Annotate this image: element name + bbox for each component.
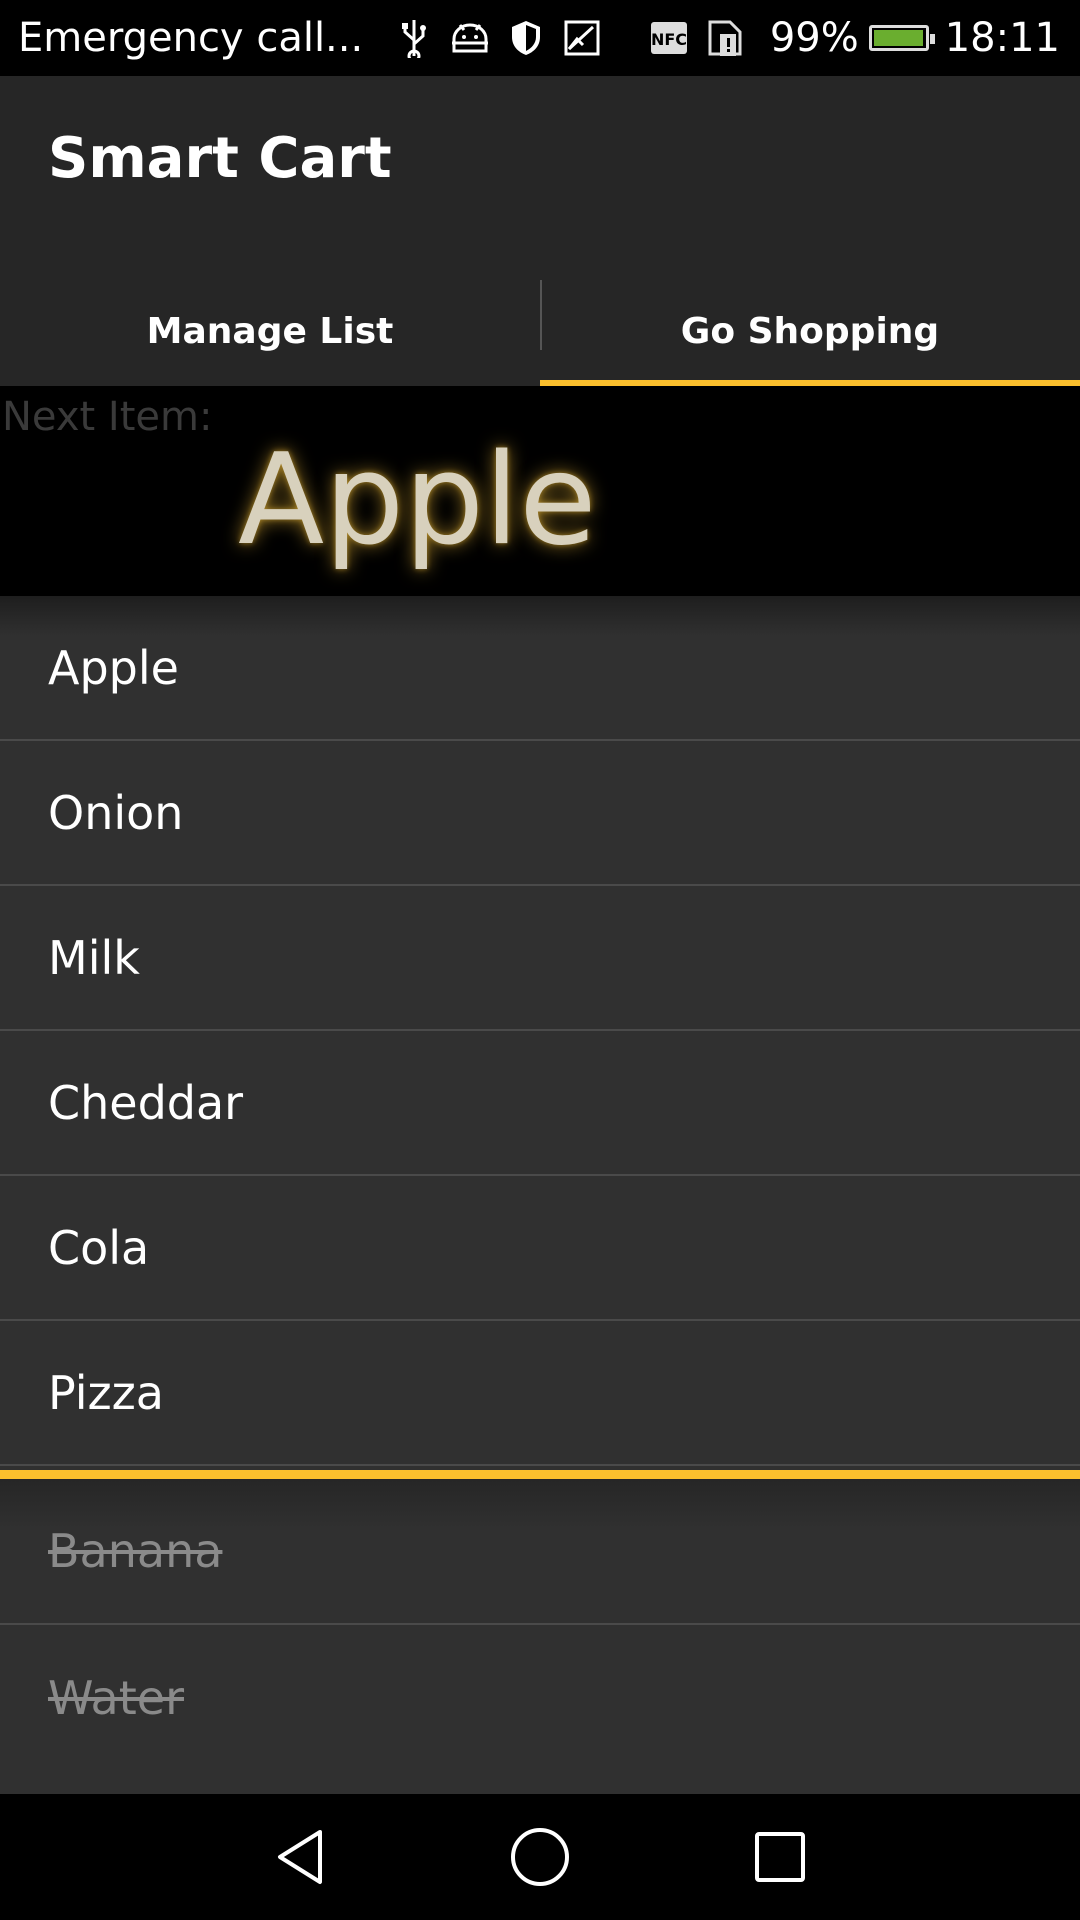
battery-icon: [868, 25, 935, 51]
android-debug-icon: [449, 17, 491, 59]
usb-icon: [393, 17, 435, 59]
list-item[interactable]: Cheddar: [0, 1031, 1080, 1176]
tab-go-shopping[interactable]: Go Shopping: [540, 276, 1080, 386]
battery-level: [873, 30, 924, 46]
image-icon: [561, 17, 603, 59]
tab-divider: [540, 280, 542, 350]
completed-list: Banana Water: [0, 1479, 1080, 1771]
nfc-icon: NFC: [648, 17, 690, 59]
clock: 18:11: [944, 15, 1060, 61]
completed-separator: [0, 1470, 1080, 1479]
svg-text:NFC: NFC: [651, 30, 687, 49]
home-icon[interactable]: [490, 1807, 590, 1907]
list-item[interactable]: Pizza: [0, 1321, 1080, 1466]
shield-icon: [505, 17, 547, 59]
list-item[interactable]: Apple: [0, 596, 1080, 741]
carrier-text: Emergency call...: [18, 15, 364, 61]
next-item-value: Apple: [238, 426, 597, 573]
list-item[interactable]: Milk: [0, 886, 1080, 1031]
battery-percent: 99%: [769, 15, 859, 61]
status-bar: Emergency call... NFC 99% 18:11: [0, 0, 1080, 76]
sim-alert-icon: [704, 17, 746, 59]
completed-list-item[interactable]: Banana: [0, 1479, 1080, 1625]
next-item-panel: Next Item: Apple: [0, 386, 1080, 596]
navigation-bar: [0, 1794, 1080, 1920]
list-item[interactable]: Cola: [0, 1176, 1080, 1321]
next-item-label: Next Item:: [2, 394, 213, 440]
back-icon[interactable]: [250, 1807, 350, 1907]
completed-list-item[interactable]: Water: [0, 1625, 1080, 1771]
recents-icon[interactable]: [730, 1807, 830, 1907]
app-title: Smart Cart: [48, 126, 392, 191]
tab-manage-list[interactable]: Manage List: [0, 276, 540, 386]
pending-list: Apple Onion Milk Cheddar Cola Pizza: [0, 596, 1080, 1466]
list-item[interactable]: Onion: [0, 741, 1080, 886]
app-bar: Smart Cart Manage List Go Shopping: [0, 76, 1080, 386]
